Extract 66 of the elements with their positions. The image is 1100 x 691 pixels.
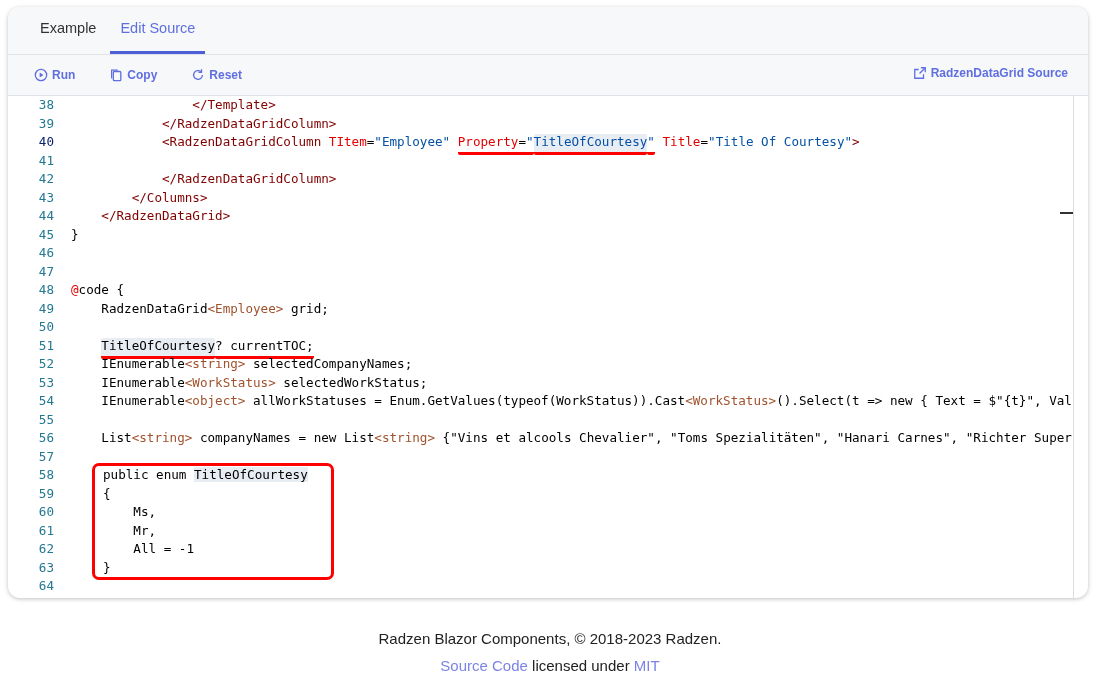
line-number: 41 bbox=[37, 151, 55, 170]
copy-icon bbox=[109, 68, 124, 82]
underline-mark: ? currentTOC; bbox=[215, 337, 314, 359]
line-number: 55 bbox=[37, 410, 55, 429]
external-link-icon bbox=[912, 66, 927, 80]
code-text: Title="Title Of Courtesy"> bbox=[662, 134, 860, 149]
line-number: 47 bbox=[37, 262, 55, 281]
highlighted-code: TitleOfCourtesy bbox=[194, 467, 308, 482]
line-number: 45 bbox=[37, 225, 55, 244]
line-number: 59 bbox=[37, 484, 55, 503]
line-number: 48 bbox=[37, 281, 55, 299]
link[interactable]: MIT bbox=[633, 656, 660, 674]
copy-button[interactable]: Copy bbox=[103, 64, 164, 86]
line-number: 56 bbox=[37, 429, 55, 447]
code-text: RadzenDataGrid<Employee> grid; bbox=[101, 300, 329, 316]
code-text: IEnumerable<string> selectedCompanyNames; bbox=[101, 356, 413, 371]
code-text: @code { bbox=[71, 282, 125, 297]
code-text: } bbox=[71, 226, 79, 242]
license-text: Source Code licensed under MIT bbox=[439, 655, 661, 676]
reset-button[interactable]: Reset bbox=[185, 64, 248, 86]
code-text: <RadzenDataGridColumn TItem="Employee" bbox=[162, 134, 451, 149]
underline-mark: TitleOfCourtesy bbox=[533, 134, 648, 155]
code-text: </Columns> bbox=[131, 189, 208, 205]
underline-mark: " bbox=[647, 134, 655, 155]
line-number: 52 bbox=[37, 355, 55, 373]
line-number: 54 bbox=[37, 392, 55, 410]
code-text: IEnumerable<object> allWorkStatuses = Enum.GetValues(typeof(WorkStatus)).Cast<WorkStatus>().Select(t => new { Text = $"{t}", Val bbox=[101, 393, 1072, 408]
code-text: Ms, bbox=[133, 504, 157, 519]
line-number: 61 bbox=[37, 521, 55, 540]
code-text: Mr, bbox=[133, 522, 157, 538]
code-text: </Template> bbox=[192, 97, 276, 112]
run-button[interactable]: Run bbox=[28, 64, 82, 86]
line-number: 43 bbox=[37, 188, 55, 207]
link[interactable]: Source Code bbox=[440, 656, 528, 674]
code-text: List<string> companyNames = new List<string> {"Vins et alcools Chevalier", "Toms Spezialitäten", "Hanari Carnes", "Richter Super bbox=[101, 430, 1072, 445]
code-text: public enum bbox=[103, 467, 187, 482]
underline-mark: TitleOfCourtesy bbox=[101, 337, 216, 359]
play-icon bbox=[34, 68, 48, 82]
line-number: 62 bbox=[37, 540, 55, 558]
code-text: IEnumerable<WorkStatus> selectedWorkStatus; bbox=[101, 374, 428, 390]
code-text: } bbox=[103, 559, 111, 575]
refresh-icon bbox=[191, 68, 206, 82]
code-text: </RadzenDataGridColumn> bbox=[162, 115, 337, 131]
code-text: </RadzenDataGridColumn> bbox=[162, 171, 337, 186]
line-number: 60 bbox=[37, 503, 55, 521]
line-number: 38 bbox=[37, 96, 55, 114]
copyright-text: Radzen Blazor Components, © 2018-2023 Radzen. bbox=[377, 629, 723, 649]
line-number: 63 bbox=[37, 558, 55, 577]
line-number: 64 bbox=[37, 577, 55, 595]
tab[interactable]: Example bbox=[30, 7, 107, 54]
line-number: 42 bbox=[37, 170, 55, 188]
line-number: 51 bbox=[37, 336, 55, 355]
line-number: 58 bbox=[37, 466, 55, 484]
line-number: 44 bbox=[37, 207, 55, 225]
line-number: 50 bbox=[37, 318, 55, 336]
overview-ruler-mark bbox=[1060, 212, 1073, 214]
line-number: 39 bbox=[37, 114, 55, 133]
line-number: 40 bbox=[37, 133, 55, 151]
code-text: All = -1 bbox=[133, 541, 194, 556]
line-number: 57 bbox=[37, 447, 55, 466]
line-number: 46 bbox=[37, 244, 55, 262]
line-number: 53 bbox=[37, 373, 55, 392]
code-text: </RadzenDataGrid> bbox=[101, 208, 231, 223]
line-number: 49 bbox=[37, 299, 55, 318]
code-text: { bbox=[103, 485, 111, 501]
source-link[interactable]: RadzenDataGrid Source bbox=[912, 64, 1068, 82]
